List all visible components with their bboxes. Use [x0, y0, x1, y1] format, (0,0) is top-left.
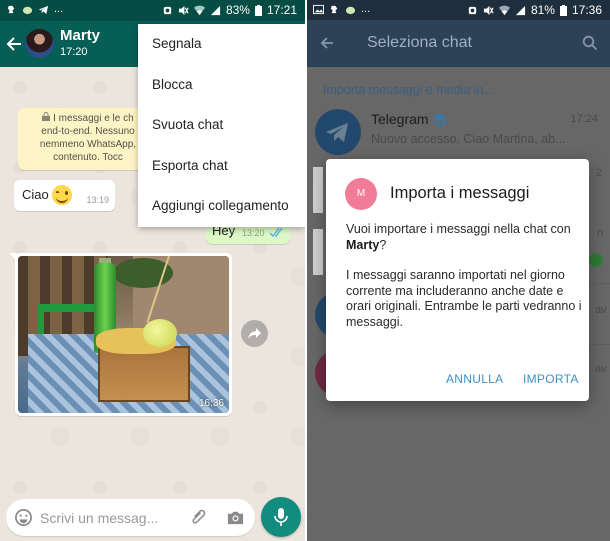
image-icon: [313, 4, 324, 14]
status-overflow: ...: [361, 3, 371, 15]
last-seen: 17:20: [60, 46, 88, 58]
wifi-icon: [498, 5, 510, 15]
message-image[interactable]: 16:36: [9, 253, 232, 416]
mute-icon: [178, 5, 189, 15]
chat-preview: Nuovo accesso. Ciao Martina, ab...: [371, 132, 566, 146]
message-time: 13:20: [242, 228, 265, 238]
obscured-text: n: [597, 227, 604, 239]
message-incoming[interactable]: Ciao 13:19: [14, 180, 115, 211]
cancel-button[interactable]: ANNULLA: [446, 372, 503, 386]
back-arrow-icon[interactable]: [4, 34, 24, 54]
status-time: 17:21: [266, 3, 297, 17]
page-title: Seleziona chat: [367, 34, 472, 51]
obscured-text: av: [595, 363, 607, 375]
forward-button[interactable]: [241, 320, 268, 347]
whatsapp-screen: ... 83% 17:21 Marty 17:20 I messaggi e l…: [0, 0, 305, 541]
voice-message-button[interactable]: [261, 497, 301, 537]
message-time: 13:19: [86, 195, 109, 205]
telegram-logo-icon: [326, 123, 348, 142]
unread-badge: [589, 253, 603, 267]
app-notification-icon: [330, 5, 338, 13]
dialog-description: I messaggi saranno importati nel giorno …: [346, 268, 582, 329]
app-notification-icon: [7, 5, 15, 13]
message-time: 16:36: [198, 398, 224, 409]
encryption-line: I messaggi e le ch: [53, 113, 134, 124]
encryption-line: contenuto. Tocc: [53, 152, 123, 163]
obscured-text: 2: [596, 167, 603, 179]
signal-icon: [210, 5, 221, 15]
menu-item-add-shortcut[interactable]: Aggiungi collegamento: [138, 186, 305, 227]
mute-icon: [483, 5, 494, 15]
back-arrow-icon[interactable]: [319, 35, 335, 51]
obscured-text: av: [595, 304, 607, 316]
overflow-menu: Segnala Blocca Svuota chat Esporta chat …: [138, 24, 305, 227]
dialog-question: Vuoi importare i messaggi nella chat con…: [346, 222, 571, 252]
camera-icon[interactable]: [226, 508, 245, 527]
message-input[interactable]: [40, 508, 180, 528]
cloud-icon: [345, 6, 356, 14]
status-time: 17:36: [571, 3, 602, 17]
import-button[interactable]: IMPORTA: [523, 372, 579, 386]
chat-avatar: [315, 109, 361, 155]
emoji-icon[interactable]: [14, 508, 33, 527]
forward-icon: [248, 328, 261, 339]
contact-avatar: M: [345, 178, 377, 210]
status-bar: ... 83% 17:21: [0, 0, 305, 21]
double-check-read-icon: [269, 227, 283, 238]
status-bar: ... 81% 17:36: [307, 0, 610, 20]
photo-thumbnail[interactable]: 16:36: [18, 256, 229, 413]
cloud-icon: [22, 6, 33, 14]
battery-icon: [254, 4, 262, 16]
app-header: Seleziona chat: [307, 20, 610, 67]
telegram-screen: ... 81% 17:36 Seleziona chat Importa mes…: [307, 0, 610, 541]
alarm-icon: [163, 6, 172, 14]
dialog-body: Vuoi importare i messaggi nella chat con…: [346, 222, 582, 330]
wifi-icon: [193, 5, 205, 15]
contact-name: Marty: [346, 237, 380, 252]
alarm-icon: [468, 6, 477, 14]
battery-icon: [559, 4, 567, 16]
contact-name[interactable]: Marty: [60, 27, 100, 44]
search-icon[interactable]: [582, 35, 598, 51]
list-placeholder: [313, 167, 323, 213]
encryption-line: nemmeno WhatsApp,: [39, 139, 137, 150]
contact-avatar[interactable]: [25, 29, 54, 58]
list-placeholder: [313, 229, 323, 275]
battery-percent: 83%: [225, 3, 250, 17]
menu-item-block[interactable]: Blocca: [138, 65, 305, 106]
chat-list-item[interactable]: Telegram 17:24 Nuovo accesso. Ciao Marti…: [307, 105, 610, 163]
status-overflow: ...: [54, 3, 64, 15]
chat-time: 17:24: [570, 113, 598, 125]
lock-icon: [42, 112, 51, 121]
chat-name: Telegram: [371, 111, 429, 127]
section-label: Importa messaggi e media in...: [323, 83, 494, 97]
menu-item-export-chat[interactable]: Esporta chat: [138, 146, 305, 187]
telegram-icon: [38, 5, 49, 14]
message-composer: [6, 499, 255, 536]
signal-icon: [515, 5, 526, 15]
attach-paperclip-icon[interactable]: [190, 508, 209, 527]
menu-item-clear-chat[interactable]: Svuota chat: [138, 105, 305, 146]
battery-percent: 81%: [530, 3, 555, 17]
encryption-line: end-to-end. Nessuno: [41, 126, 135, 137]
import-messages-dialog: M Importa i messaggi Vuoi importare i me…: [326, 159, 589, 401]
menu-item-report[interactable]: Segnala: [138, 24, 305, 65]
message-text: Ciao: [22, 187, 49, 202]
verified-badge-icon: [433, 114, 446, 127]
microphone-icon: [274, 508, 288, 526]
dialog-title: Importa i messaggi: [390, 184, 530, 202]
encryption-notice[interactable]: I messaggi e le ch end-to-end. Nessuno n…: [18, 108, 158, 170]
smiling-face-emoji-icon: [52, 185, 72, 205]
